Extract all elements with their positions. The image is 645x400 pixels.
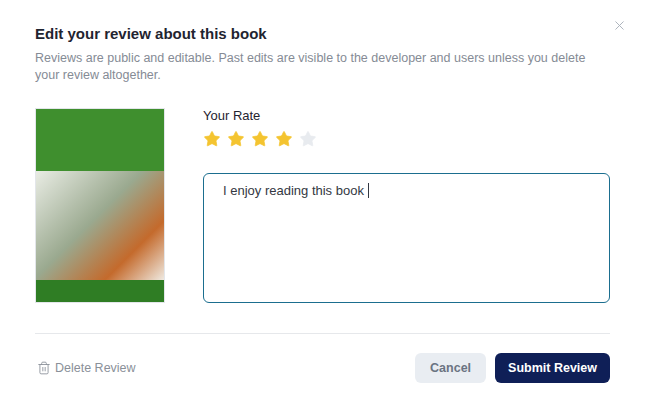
book-cover [35, 108, 165, 303]
dialog-subtitle: Reviews are public and editable. Past ed… [35, 50, 595, 84]
close-button[interactable] [611, 17, 627, 33]
rating-label: Your Rate [203, 108, 610, 124]
trash-icon [37, 361, 51, 375]
review-form: Your Rate I enjoy reading this book [203, 108, 610, 303]
review-content: Your Rate I enjoy reading this book [35, 108, 610, 303]
review-dialog: Edit your review about this book Reviews … [0, 0, 645, 400]
review-textarea[interactable]: I enjoy reading this book [203, 173, 610, 303]
cancel-button[interactable]: Cancel [415, 353, 486, 383]
dialog-title: Edit your review about this book [35, 24, 610, 44]
dialog-footer: Delete Review Cancel Submit Review [35, 353, 610, 383]
star-rating[interactable] [203, 130, 610, 148]
star-icon[interactable] [203, 130, 221, 148]
review-text: I enjoy reading this book [223, 183, 364, 198]
submit-review-button[interactable]: Submit Review [495, 353, 610, 383]
close-icon [612, 18, 627, 33]
star-icon[interactable] [275, 130, 293, 148]
star-icon[interactable] [299, 130, 317, 148]
delete-review-button[interactable]: Delete Review [37, 359, 136, 378]
star-icon[interactable] [227, 130, 245, 148]
divider [35, 333, 610, 334]
star-icon[interactable] [251, 130, 269, 148]
